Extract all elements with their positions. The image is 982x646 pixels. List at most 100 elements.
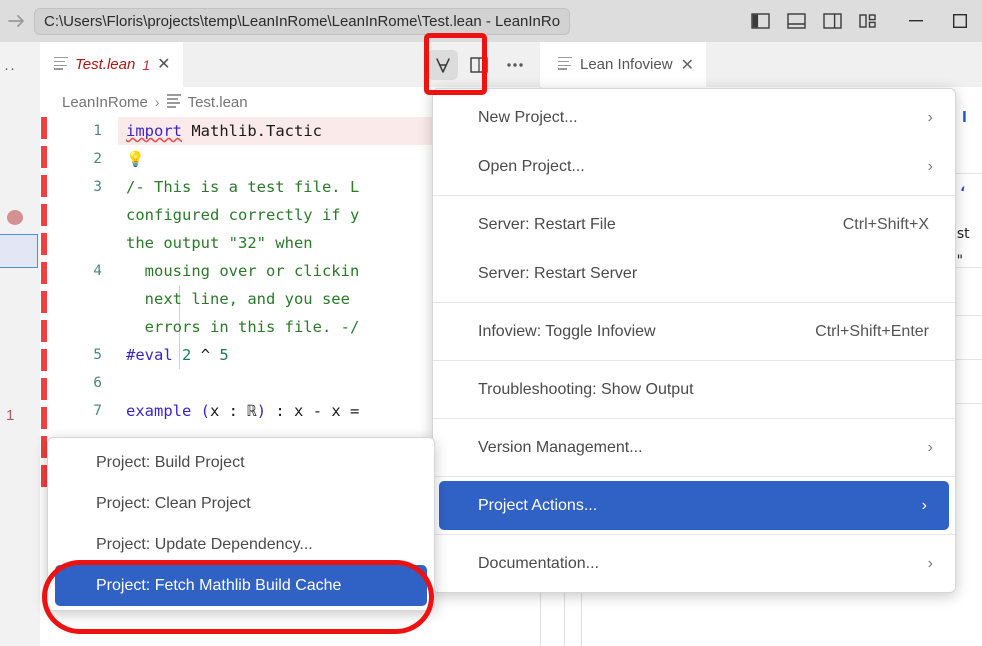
menu-item-label: Project: Build Project	[96, 453, 245, 471]
menu-separator	[433, 476, 955, 477]
menu-item[interactable]: New Project... ›	[433, 93, 955, 142]
menu-separator	[433, 534, 955, 535]
chevron-right-icon: ›	[927, 438, 933, 456]
menu-item[interactable]: Project: Build Project	[48, 442, 434, 483]
title-bar: C:\Users\Floris\projects\temp\LeanInRome…	[0, 0, 982, 42]
arrow-right-icon	[0, 0, 34, 42]
menu-item[interactable]: Project Actions... ›	[439, 481, 949, 530]
editor-tab-actions	[428, 42, 536, 87]
code-token: 💡	[126, 150, 145, 168]
menu-item-label: Server: Restart File	[478, 215, 616, 233]
menu-item[interactable]: Infoview: Toggle Infoview Ctrl+Shift+Ente…	[433, 307, 955, 356]
toggle-secondary-sidebar-icon[interactable]	[823, 12, 842, 30]
menu-item-label: Project: Clean Project	[96, 494, 251, 512]
menu-item-label: Project: Fetch Mathlib Build Cache	[96, 576, 342, 594]
tab-lean-infoview[interactable]: Lean Infoview ✕	[540, 42, 706, 87]
breadcrumb-project[interactable]: LeanInRome	[62, 94, 148, 111]
menu-item[interactable]: Server: Restart File Ctrl+Shift+X	[433, 200, 955, 249]
tab-label: Test.lean	[75, 56, 136, 73]
menu-item-shortcut: Ctrl+Shift+X	[842, 215, 929, 233]
code-token: #eval	[126, 346, 173, 364]
line-number: 1	[93, 123, 102, 139]
maximize-button[interactable]	[938, 0, 982, 42]
code-token: 2	[182, 346, 192, 364]
code-token: import	[126, 122, 182, 140]
project-actions-submenu[interactable]: Project: Build Project Project: Clean Pro…	[47, 437, 435, 611]
menu-item-label: Documentation...	[478, 554, 599, 572]
activity-overflow-icon[interactable]: ··	[4, 60, 16, 77]
infoview-tab-label: Lean Infoview	[580, 56, 673, 73]
menu-item[interactable]: Open Project... ›	[433, 142, 955, 191]
menu-item-label: Open Project...	[478, 157, 585, 175]
code-token: )	[256, 402, 267, 420]
code-token: ^	[191, 346, 220, 364]
lean-infoview-icon	[558, 56, 572, 73]
infoview-text: l	[962, 110, 967, 126]
window-controls	[894, 0, 982, 42]
menu-item-label: Infoview: Toggle Infoview	[478, 322, 656, 340]
menu-item[interactable]: Project: Update Dependency...	[48, 524, 434, 565]
menu-item-label: New Project...	[478, 108, 578, 126]
breadcrumb-separator: ›	[154, 94, 160, 110]
code-token: mousing over or clickin	[126, 262, 360, 280]
chevron-right-icon: ›	[927, 108, 933, 126]
code-token: example	[126, 402, 192, 420]
lean-file-icon	[166, 94, 181, 110]
lean-actions-menu[interactable]: New Project... › Open Project... › Server: R…	[432, 88, 956, 593]
code-token: ℝ	[247, 402, 257, 420]
menu-item-label: Version Management...	[478, 438, 643, 456]
toggle-panel-icon[interactable]	[787, 12, 806, 30]
menu-item[interactable]: Troubleshooting: Show Output	[433, 365, 955, 414]
breadcrumb-file[interactable]: Test.lean	[188, 94, 248, 111]
close-icon[interactable]: ✕	[157, 56, 170, 73]
code-token: configured correctly if y	[126, 206, 360, 224]
toggle-primary-sidebar-icon[interactable]	[751, 12, 770, 30]
close-icon[interactable]: ✕	[681, 55, 694, 75]
minimize-button[interactable]	[894, 0, 938, 42]
code-token: /- This is a test file. L	[126, 178, 360, 196]
app-window: C:\Users\Floris\projects\temp\LeanInRome…	[0, 0, 982, 646]
code-token: x :	[210, 402, 248, 420]
code-token: Mathlib.Tactic	[182, 122, 322, 140]
menu-item[interactable]: Project: Clean Project	[48, 483, 434, 524]
tab-test-lean[interactable]: Test.lean 1 ✕	[40, 42, 183, 87]
customize-layout-icon[interactable]	[859, 13, 878, 30]
menu-separator	[433, 302, 955, 303]
menu-item-label: Troubleshooting: Show Output	[478, 380, 694, 398]
menu-item-label: Project Actions...	[478, 496, 598, 514]
window-title: C:\Users\Floris\projects\temp\LeanInRome…	[34, 7, 571, 35]
tab-problem-count: 1	[142, 56, 151, 73]
problem-count-label: 1	[6, 407, 15, 424]
activity-bar: ·· 1	[0, 42, 40, 646]
lean-file-icon	[54, 56, 68, 73]
submenu-item-list: Project: Build Project Project: Clean Pro…	[48, 442, 434, 606]
more-actions-button[interactable]	[500, 50, 530, 80]
menu-item-shortcut: Ctrl+Shift+Enter	[815, 322, 929, 340]
menu-separator	[433, 195, 955, 196]
line-number: 7	[93, 403, 102, 419]
line-number: 2	[93, 151, 102, 167]
code-token: (	[200, 402, 211, 420]
code-token: errors in this file. -/	[126, 318, 360, 336]
menu-item[interactable]: Documentation... ›	[433, 539, 955, 588]
split-editor-right-button[interactable]	[464, 50, 494, 80]
menu-item[interactable]: Project: Fetch Mathlib Build Cache	[55, 565, 427, 606]
menu-item[interactable]: Version Management... ›	[433, 423, 955, 472]
menu-item-label: Project: Update Dependency...	[96, 535, 313, 553]
code-token: next line, and you see	[126, 290, 350, 308]
menu-item-list: New Project... › Open Project... › Server: R…	[433, 93, 955, 588]
menu-separator	[433, 360, 955, 361]
chevron-right-icon: ›	[921, 496, 927, 514]
line-number: 5	[93, 347, 102, 363]
menu-separator	[433, 418, 955, 419]
chevron-right-icon: ›	[927, 554, 933, 572]
menu-item[interactable]: Server: Restart Server	[433, 249, 955, 298]
minimap-viewport-box[interactable]	[0, 234, 38, 268]
lean-forall-button[interactable]	[428, 49, 458, 80]
line-number: 3	[93, 179, 102, 195]
code-token: the output "32" when	[126, 234, 313, 252]
editor-tab-bar: Test.lean 1 ✕	[40, 42, 540, 87]
line-number: 6	[93, 375, 102, 391]
